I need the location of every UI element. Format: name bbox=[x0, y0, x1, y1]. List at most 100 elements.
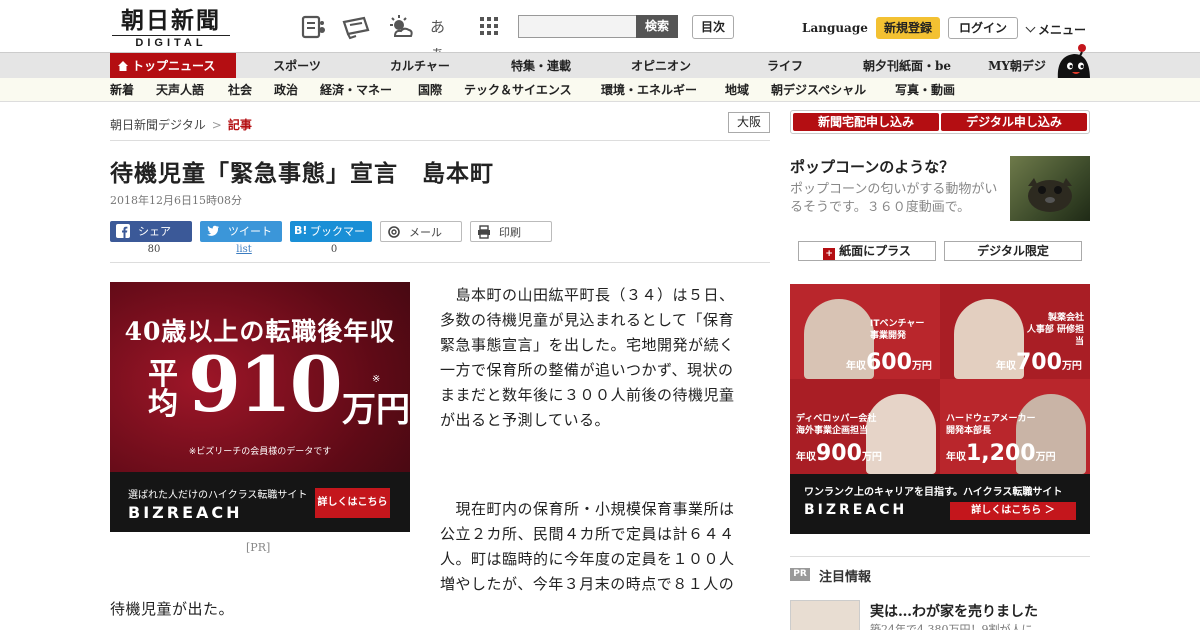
article-paragraph-1: 島本町の山田紘平町長（３４）は５日、 多数の待機児童が見込まれるとして「保育 緊… bbox=[440, 283, 750, 433]
scrapbook-icon[interactable] bbox=[342, 14, 370, 40]
ad-banner-left[interactable]: 40歳以上の転職後年収 平均 910 万円 ※ ※ビズリーチの会員様のデータです… bbox=[110, 282, 410, 532]
facebook-share-button[interactable]: シェア bbox=[110, 221, 192, 242]
pr-badge: PR bbox=[790, 568, 810, 581]
nav2-item-international[interactable]: 国際 bbox=[418, 78, 442, 102]
ad-mark: ※ bbox=[372, 374, 381, 385]
feature-title[interactable]: ポップコーンのような？ bbox=[790, 156, 954, 177]
body-line: 待機児童が出た。 bbox=[110, 600, 235, 618]
body-line: 公立２カ所、民間４カ所で定員は計６４４ bbox=[440, 525, 735, 543]
register-button[interactable]: 新規登録 bbox=[876, 17, 940, 39]
salary-unit: 万円 bbox=[1035, 452, 1056, 463]
nav-item-life[interactable]: ライフ bbox=[756, 53, 814, 79]
nav2-item-region[interactable]: 地域 bbox=[725, 78, 749, 102]
nav2-item-economy[interactable]: 経済・マネー bbox=[320, 78, 392, 102]
ad-details-button[interactable]: 詳しくはこちら ＞ bbox=[950, 502, 1076, 520]
search-input[interactable] bbox=[518, 15, 637, 38]
nav-item-features[interactable]: 特集・連載 bbox=[500, 53, 582, 79]
logo-jp: 朝日新聞 bbox=[121, 7, 221, 34]
nav2-item-society[interactable]: 社会 bbox=[228, 78, 252, 102]
site-logo[interactable]: 朝日新聞 DIGITAL bbox=[112, 8, 230, 49]
attention-item-title[interactable]: 実は…わが家を売りました bbox=[870, 601, 1038, 621]
mascot-icon[interactable] bbox=[1052, 44, 1094, 80]
twitter-share-label: ツイート bbox=[228, 225, 272, 238]
menu-label: メニュー bbox=[1038, 23, 1087, 37]
apps-grid-icon[interactable] bbox=[476, 14, 504, 40]
ad-amount: 910 bbox=[188, 340, 343, 429]
nav-item-print[interactable]: 朝夕刊紙面・be bbox=[856, 53, 958, 79]
salary-prefix: 年収 bbox=[996, 361, 1016, 372]
weather-icon[interactable] bbox=[386, 14, 414, 40]
salary-unit: 万円 bbox=[911, 361, 932, 372]
nav-item-opinion[interactable]: オピニオン bbox=[620, 53, 702, 79]
article-paragraph-2: 現在町内の保育所・小規模保育事業所は 公立２カ所、民間４カ所で定員は計６４４ 人… bbox=[440, 497, 750, 597]
feature-thumbnail[interactable] bbox=[1010, 156, 1090, 221]
body-line: 一方で保育所の整備が追いつかず、現状の bbox=[440, 361, 734, 379]
breadcrumb: 朝日新聞デジタル > 記事 bbox=[110, 116, 252, 133]
paper-plus-icon: + bbox=[823, 248, 836, 260]
divider bbox=[110, 262, 770, 263]
primary-nav: トップニュース スポーツ カルチャー 特集・連載 オピニオン ライフ 朝夕刊紙面… bbox=[0, 52, 1200, 79]
ad-unit: 万円 bbox=[342, 390, 410, 430]
nav2-item-politics[interactable]: 政治 bbox=[274, 78, 298, 102]
ad-profile-cell: 製薬会社 人事部 研修担当 年収700万円 bbox=[940, 284, 1090, 379]
page: 朝日新聞 DIGITAL あぁ 検索 目次 Language 新規登録 ログイン… bbox=[0, 0, 1200, 630]
nav2-item-new[interactable]: 新着 bbox=[110, 78, 134, 102]
print-label: 印刷 bbox=[499, 226, 521, 239]
ad-note: ※ビズリーチの会員様のデータです bbox=[188, 447, 332, 457]
attention-thumbnail[interactable] bbox=[790, 600, 860, 630]
ad-profile-salary: 年収1,200万円 bbox=[946, 441, 1056, 466]
print-icon bbox=[477, 225, 491, 239]
paper-plus-button[interactable]: + 紙面にプラス bbox=[798, 241, 936, 261]
body-line: 多数の待機児童が見込まれるとして「保育 bbox=[440, 311, 735, 329]
edition-label[interactable]: 大阪 bbox=[728, 112, 770, 133]
hatena-bookmark-label: ブックマーク bbox=[310, 225, 365, 259]
nav-top-news[interactable]: トップニュース bbox=[110, 53, 236, 79]
ad-profile-role: ハードウェアメーカー 開発本部長 bbox=[946, 414, 1036, 436]
body-line: 増やしたが、今年３月末の時点で８１人の bbox=[440, 575, 735, 593]
search-button[interactable]: 検索 bbox=[636, 15, 678, 38]
nav-item-sports[interactable]: スポーツ bbox=[262, 53, 332, 79]
mail-button[interactable]: メール bbox=[380, 221, 462, 242]
body-line: 緊急事態宣言」を出した。宅地開発が続く bbox=[440, 336, 735, 354]
body-line: が出ると予測している。 bbox=[440, 411, 611, 429]
twitter-list-link[interactable]: list bbox=[200, 244, 288, 255]
ad-profile-salary: 年収900万円 bbox=[796, 441, 882, 466]
nav2-item-tensei[interactable]: 天声人語 bbox=[156, 78, 204, 102]
secondary-nav: 新着 天声人語 社会 政治 経済・マネー 国際 テック＆サイエンス 環境・エネル… bbox=[0, 78, 1200, 102]
paper-subscribe-button[interactable]: 新聞宅配申し込み bbox=[793, 113, 939, 131]
breadcrumb-home[interactable]: 朝日新聞デジタル bbox=[110, 118, 206, 132]
nav-item-my-asahi[interactable]: MY朝デジ bbox=[982, 53, 1052, 79]
twitter-share-button[interactable]: ツイート bbox=[200, 221, 282, 242]
font-size-icon[interactable]: あぁ bbox=[430, 14, 458, 62]
facebook-icon bbox=[116, 224, 130, 238]
body-line: 現在町内の保育所・小規模保育事業所は bbox=[440, 500, 735, 518]
salary-prefix: 年収 bbox=[946, 452, 966, 463]
ad-profile-salary: 年収600万円 bbox=[846, 350, 932, 375]
language-link[interactable]: Language bbox=[802, 21, 868, 35]
nav2-item-special[interactable]: 朝デジスペシャル bbox=[771, 78, 866, 102]
article-date: 2018年12月6日15時08分 bbox=[110, 194, 242, 207]
hatena-icon: B! bbox=[294, 224, 308, 237]
nav2-item-photo-video[interactable]: 写真・動画 bbox=[895, 78, 955, 102]
print-button[interactable]: 印刷 bbox=[470, 221, 552, 242]
nav2-item-environment[interactable]: 環境・エネルギー bbox=[601, 78, 697, 102]
hatena-bookmark-button[interactable]: B! ブックマーク bbox=[290, 221, 372, 259]
ad-brand-logo: BIZREACH bbox=[128, 503, 243, 522]
ad-average-label: 平均 bbox=[148, 357, 178, 422]
login-button[interactable]: ログイン bbox=[948, 17, 1018, 39]
ad-profile-cell: ディベロッパー会社 海外事業企画担当 年収900万円 bbox=[790, 379, 940, 474]
newspaper-icon[interactable] bbox=[300, 14, 328, 40]
menu-button[interactable]: メニュー bbox=[1025, 21, 1087, 38]
paper-plus-label: 紙面にプラス bbox=[839, 244, 911, 258]
ad-profile-role: ディベロッパー会社 海外事業企画担当 bbox=[796, 414, 877, 436]
ad-tagline: ワンランク上のキャリアを目指す。ハイクラス転職サイト bbox=[804, 487, 1063, 498]
ad-details-button[interactable]: 詳しくはこちら bbox=[315, 488, 390, 518]
ad-banner-right[interactable]: ITベンチャー 事業開発 年収600万円 製薬会社 人事部 研修担当 年収700… bbox=[790, 284, 1090, 534]
nav-item-culture[interactable]: カルチャー bbox=[380, 53, 460, 79]
salary-prefix: 年収 bbox=[846, 361, 866, 372]
contents-button[interactable]: 目次 bbox=[692, 15, 734, 39]
digital-subscribe-button[interactable]: デジタル申し込み bbox=[941, 113, 1087, 131]
subscription-box: 新聞宅配申し込み デジタル申し込み bbox=[790, 110, 1090, 134]
nav2-item-tech[interactable]: テック＆サイエンス bbox=[464, 78, 572, 102]
digital-only-button[interactable]: デジタル限定 bbox=[944, 241, 1082, 261]
